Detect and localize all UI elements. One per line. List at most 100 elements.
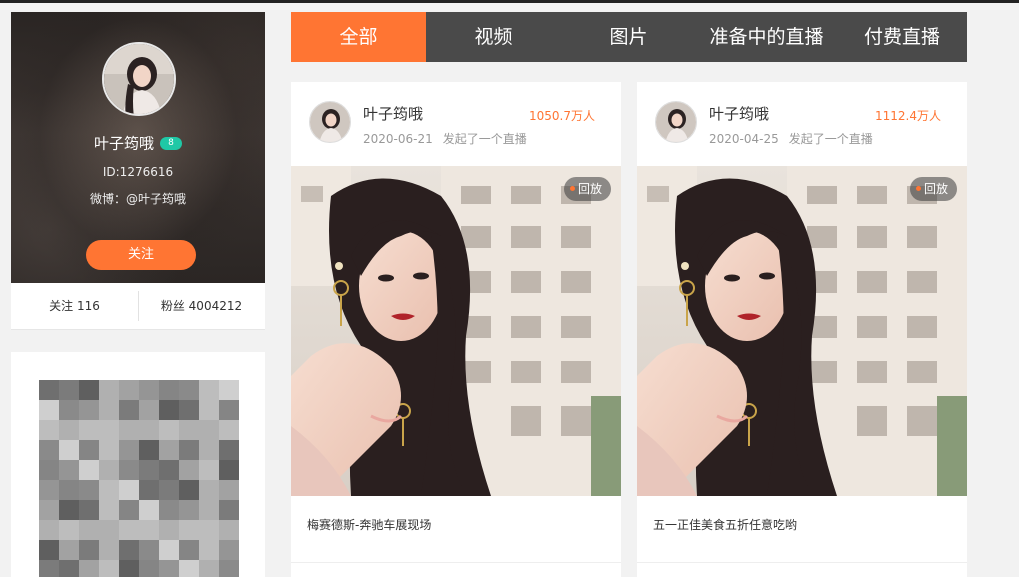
profile-card: 叶子筠哦 8 ID:1276616 微博：@叶子筠哦 关注 关注 116 粉丝 4… (11, 12, 265, 330)
qr-mosaic-cell (159, 480, 179, 500)
qr-mosaic-cell (139, 400, 159, 420)
profile-hero-background: 叶子筠哦 8 ID:1276616 微博：@叶子筠哦 关注 (11, 12, 265, 283)
qr-mosaic-cell (139, 460, 159, 480)
qr-mosaic-cell (99, 560, 119, 577)
card-author[interactable]: 叶子筠哦 (363, 103, 423, 124)
qr-mosaic-cell (219, 480, 239, 500)
qr-mosaic-cell (139, 420, 159, 440)
profile-id: ID:1276616 (102, 165, 174, 179)
card-view-count: 1050.7万人 (529, 109, 595, 123)
qr-mosaic-cell (79, 460, 99, 480)
qr-mosaic-cell (139, 380, 159, 400)
live-thumbnail-image (637, 166, 967, 496)
qr-mosaic-cell (79, 440, 99, 460)
qr-mosaic-cell (199, 420, 219, 440)
qr-mosaic-cell (39, 480, 59, 500)
qr-mosaic-cell (219, 400, 239, 420)
card-date: 2020-04-25 (709, 132, 779, 146)
qr-mosaic-cell (79, 420, 99, 440)
qr-mosaic-cell (159, 560, 179, 577)
qr-mosaic-cell (39, 560, 59, 577)
qr-mosaic-cell (59, 480, 79, 500)
live-thumbnail[interactable]: 回放 (291, 166, 621, 496)
qr-mosaic-cell (79, 560, 99, 577)
qr-mosaic-cell (79, 500, 99, 520)
content-tabs: 全部 视频 图片 准备中的直播 付费直播 (291, 12, 967, 62)
follow-button[interactable]: 关注 (86, 240, 196, 270)
card-action: 发起了一个直播 (788, 132, 873, 146)
card-date: 2020-06-21 (363, 132, 433, 146)
qr-mosaic-cell (139, 500, 159, 520)
qr-mosaic-cell (119, 400, 139, 420)
qr-mosaic-cell (179, 480, 199, 500)
card-title[interactable]: 五一正佳美食五折任意吃哟 (653, 516, 797, 533)
qr-mosaic-cell (139, 440, 159, 460)
qr-mosaic-cell (219, 380, 239, 400)
qr-mosaic-cell (119, 520, 139, 540)
live-card[interactable]: 叶子筠哦 1050.7万人 2020-06-21 发起了一个直播 回放 梅赛德斯… (291, 82, 621, 577)
card-view-count: 1112.4万人 (875, 109, 941, 123)
qr-mosaic-cell (199, 460, 219, 480)
qr-mosaic-cell (159, 500, 179, 520)
tab-upcoming-live[interactable]: 准备中的直播 (696, 12, 837, 62)
card-title[interactable]: 梅赛德斯-奔驰车展现场 (307, 516, 431, 533)
card-meta: 2020-04-25 发起了一个直播 (709, 130, 873, 147)
qr-mosaic-cell (119, 500, 139, 520)
qr-mosaic-cell (79, 400, 99, 420)
qr-mosaic-cell (119, 440, 139, 460)
qr-mosaic-cell (199, 440, 219, 460)
qr-mosaic-cell (39, 460, 59, 480)
card-avatar[interactable] (655, 101, 697, 143)
qr-mosaic-cell (139, 540, 159, 560)
qr-mosaic-cell (99, 440, 119, 460)
qr-mosaic-cell (79, 540, 99, 560)
card-avatar[interactable] (309, 101, 351, 143)
qr-mosaic-cell (199, 480, 219, 500)
qr-mosaic-cell (119, 460, 139, 480)
card-divider (637, 562, 967, 563)
qr-mosaic-cell (179, 420, 199, 440)
qr-mosaic-cell (59, 540, 79, 560)
qr-mosaic-cell (179, 500, 199, 520)
tab-paid-live[interactable]: 付费直播 (837, 12, 967, 62)
qr-mosaic-cell (179, 540, 199, 560)
live-card[interactable]: 叶子筠哦 1112.4万人 2020-04-25 发起了一个直播 回放 五一正佳… (637, 82, 967, 577)
qr-mosaic-cell (99, 420, 119, 440)
qr-mosaic-cell (39, 520, 59, 540)
replay-dot-icon (569, 186, 575, 191)
profile-name: 叶子筠哦 (93, 134, 154, 153)
qr-mosaic-cell (39, 440, 59, 460)
following-count[interactable]: 关注 116 (11, 283, 138, 330)
card-author[interactable]: 叶子筠哦 (709, 103, 769, 124)
replay-label: 回放 (923, 182, 948, 196)
tab-all[interactable]: 全部 (291, 12, 426, 62)
live-thumbnail-image (291, 166, 621, 496)
qr-mosaic-cell (179, 520, 199, 540)
qr-mosaic-cell (219, 420, 239, 440)
replay-label: 回放 (577, 182, 602, 196)
qr-mosaic-cell (99, 540, 119, 560)
qr-mosaic-cell (139, 520, 159, 540)
card-divider (291, 562, 621, 563)
qr-code-pixelated (39, 380, 239, 577)
qr-mosaic-cell (179, 440, 199, 460)
qr-mosaic-cell (219, 520, 239, 540)
qr-mosaic-cell (159, 440, 179, 460)
profile-stats: 关注 116 粉丝 4004212 (11, 283, 265, 330)
qr-mosaic-cell (59, 560, 79, 577)
qr-mosaic-cell (99, 400, 119, 420)
qr-mosaic-cell (159, 380, 179, 400)
live-thumbnail[interactable]: 回放 (637, 166, 967, 496)
card-action: 发起了一个直播 (442, 132, 527, 146)
tab-pictures[interactable]: 图片 (561, 12, 696, 62)
avatar[interactable] (102, 42, 176, 116)
qr-mosaic-cell (99, 480, 119, 500)
qr-mosaic-cell (59, 520, 79, 540)
tab-video[interactable]: 视频 (426, 12, 561, 62)
qr-mosaic-cell (159, 520, 179, 540)
qr-mosaic-cell (159, 400, 179, 420)
fans-count[interactable]: 粉丝 4004212 (138, 283, 265, 330)
qr-code-card (11, 352, 265, 577)
card-meta: 2020-06-21 发起了一个直播 (363, 130, 527, 147)
qr-mosaic-cell (99, 520, 119, 540)
